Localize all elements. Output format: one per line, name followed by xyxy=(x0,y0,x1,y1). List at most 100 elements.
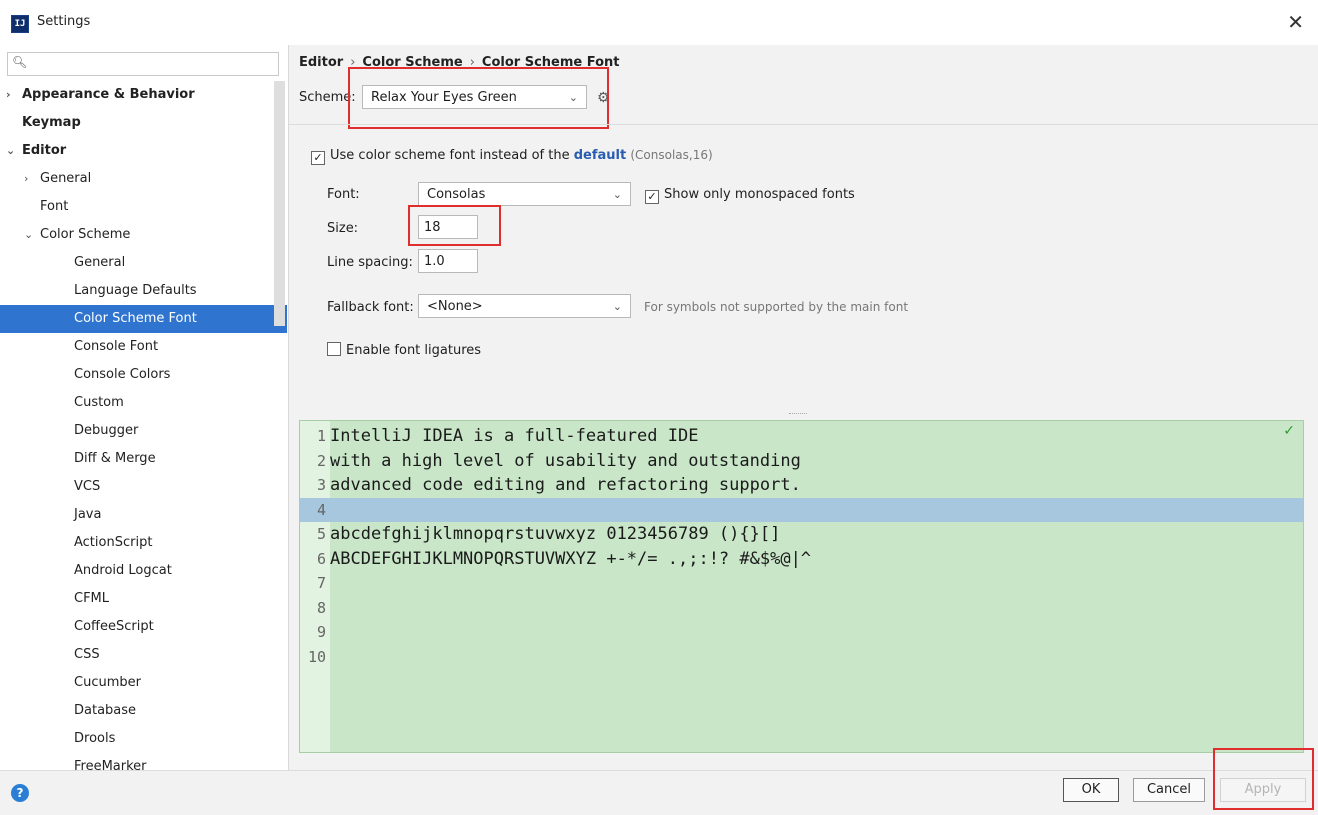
font-value: Consolas xyxy=(427,187,486,202)
chevron-down-icon: ⌄ xyxy=(612,188,622,201)
highlight-frame-apply xyxy=(1213,748,1314,810)
sidebar-scrollbar[interactable] xyxy=(274,81,285,326)
sidebar-item-label: Color Scheme Font xyxy=(74,311,197,326)
size-label: Size: xyxy=(327,221,359,236)
close-icon[interactable]: ✕ xyxy=(1287,10,1304,34)
line-number: 2 xyxy=(316,451,326,470)
preview-code-text xyxy=(326,647,330,667)
sidebar-item-label: CFML xyxy=(74,591,110,606)
sidebar-item[interactable]: CoffeeScript xyxy=(0,613,287,641)
preview-line: 8 xyxy=(300,596,1303,620)
chevron-right-icon[interactable]: › xyxy=(24,165,40,193)
line-spacing-input[interactable]: 1.0 xyxy=(418,249,478,273)
font-preview-editor[interactable]: ✓ 1 IntelliJ IDEA is a full-featured IDE 2… xyxy=(299,420,1304,753)
line-number: 1 xyxy=(316,427,326,445)
monospaced-checkbox[interactable]: ✓ Show only monospaced fonts xyxy=(645,187,855,204)
sidebar-item[interactable]: General xyxy=(0,249,287,277)
checkbox-box[interactable]: ✓ xyxy=(311,151,325,165)
checkbox-box[interactable] xyxy=(327,342,341,356)
font-label: Font: xyxy=(327,187,360,202)
line-number: 5 xyxy=(316,525,326,543)
sidebar-item[interactable]: CSS xyxy=(0,641,287,669)
preview-line: 7 xyxy=(300,571,1303,595)
help-icon[interactable]: ? xyxy=(11,784,29,802)
sidebar-item[interactable]: › Appearance & Behavior xyxy=(0,81,287,109)
sidebar-item[interactable]: Database xyxy=(0,697,287,725)
chevron-down-icon[interactable]: ⌄ xyxy=(6,137,22,165)
sidebar-item[interactable]: CFML xyxy=(0,585,287,613)
window-title: Settings xyxy=(37,14,91,29)
sidebar-item-label: Font xyxy=(40,199,69,214)
title-bar: IJ Settings ✕ xyxy=(0,0,1318,46)
sidebar-item[interactable]: Java xyxy=(0,501,287,529)
sidebar-item-label: ActionScript xyxy=(74,535,153,550)
sidebar-item[interactable]: Debugger xyxy=(0,417,287,445)
preview-code-text xyxy=(326,598,330,618)
preview-code-text: advanced code editing and refactoring su… xyxy=(330,475,801,495)
divider xyxy=(289,124,1318,125)
line-number: 3 xyxy=(316,476,326,494)
search-icon: 🔍︎ xyxy=(12,55,28,69)
ok-button[interactable]: OK xyxy=(1063,778,1119,802)
sidebar-item[interactable]: ActionScript xyxy=(0,529,287,557)
highlight-frame-scheme xyxy=(348,67,609,129)
sidebar-item-label: CoffeeScript xyxy=(74,619,154,634)
sidebar-item[interactable]: ⌄ Editor xyxy=(0,137,287,165)
sidebar-item[interactable]: Language Defaults xyxy=(0,277,287,305)
default-font-link[interactable]: default xyxy=(574,148,626,163)
monospaced-text: Show only monospaced fonts xyxy=(664,187,855,202)
sidebar-item-label: Diff & Merge xyxy=(74,451,156,466)
preview-line: 1 IntelliJ IDEA is a full-featured IDE xyxy=(300,424,1303,448)
ligatures-checkbox[interactable]: Enable font ligatures xyxy=(327,342,481,358)
sidebar-item[interactable]: Cucumber xyxy=(0,669,287,697)
preview-line: 4 xyxy=(300,497,1303,522)
preview-line: 9 xyxy=(300,620,1303,644)
ligatures-text: Enable font ligatures xyxy=(346,343,482,358)
sidebar-item[interactable]: Keymap xyxy=(0,109,287,137)
sidebar-item[interactable]: Color Scheme Font xyxy=(0,305,287,333)
preview-line: 3 advanced code editing and refactoring s… xyxy=(300,473,1303,497)
fallback-font-label: Fallback font: xyxy=(327,300,414,315)
settings-search-input[interactable]: 🔍︎ xyxy=(7,52,279,76)
sidebar-item[interactable]: VCS xyxy=(0,473,287,501)
sidebar-item[interactable]: FreeMarker xyxy=(0,753,287,770)
sidebar-item[interactable]: Console Colors xyxy=(0,361,287,389)
preview-code-text: with a high level of usability and outst… xyxy=(330,450,801,471)
fallback-font-dropdown[interactable]: <None> ⌄ xyxy=(418,294,631,318)
sidebar-item-label: Java xyxy=(74,507,102,522)
sidebar-item[interactable]: Font xyxy=(0,193,287,221)
sidebar-item-label: General xyxy=(74,255,126,270)
preview-code-text xyxy=(326,500,330,520)
sidebar-item-label: Console Font xyxy=(74,339,159,354)
font-dropdown[interactable]: Consolas ⌄ xyxy=(418,182,631,206)
sidebar-item-label: Console Colors xyxy=(74,367,171,382)
line-number: 10 xyxy=(307,647,326,666)
sidebar-item-label: General xyxy=(40,171,92,186)
sidebar-item[interactable]: Drools xyxy=(0,725,287,753)
sidebar-item[interactable]: Android Logcat xyxy=(0,557,287,585)
fallback-font-value: <None> xyxy=(427,299,483,314)
cancel-button[interactable]: Cancel xyxy=(1133,778,1205,802)
use-scheme-font-checkbox[interactable]: ✓ Use color scheme font instead of the de… xyxy=(311,148,713,165)
splitter-handle[interactable] xyxy=(789,413,807,416)
sidebar-item[interactable]: Diff & Merge xyxy=(0,445,287,473)
sidebar-item[interactable]: Custom xyxy=(0,389,287,417)
sidebar-item[interactable]: Console Font xyxy=(0,333,287,361)
preview-line: 10 xyxy=(300,645,1303,669)
sidebar-item[interactable]: › General xyxy=(0,165,287,193)
settings-sidebar: 🔍︎ › Appearance & Behavior Keymap ⌄ Editor › G… xyxy=(0,45,289,770)
sidebar-item-label: Drools xyxy=(74,731,116,746)
preview-line: 6 ABCDEFGHIJKLMNOPQRSTUVWXYZ +-*/= .,;:!?… xyxy=(300,547,1303,571)
chevron-down-icon: ⌄ xyxy=(612,300,622,313)
sidebar-item-label: Cucumber xyxy=(74,675,141,690)
sidebar-item-label: FreeMarker xyxy=(74,759,147,770)
line-number: 4 xyxy=(316,500,326,519)
settings-content: Editor › Color Scheme › Color Scheme Font Sc… xyxy=(289,45,1318,770)
chevron-down-icon[interactable]: ⌄ xyxy=(24,221,40,249)
preview-code-text: abcdefghijklmnopqrstuvwxyz 0123456789 ()… xyxy=(330,524,781,544)
line-spacing-label: Line spacing: xyxy=(327,255,413,270)
sidebar-item[interactable]: ⌄ Color Scheme xyxy=(0,221,287,249)
chevron-right-icon[interactable]: › xyxy=(6,81,22,109)
line-number: 8 xyxy=(316,598,326,617)
checkbox-box[interactable]: ✓ xyxy=(645,190,659,204)
